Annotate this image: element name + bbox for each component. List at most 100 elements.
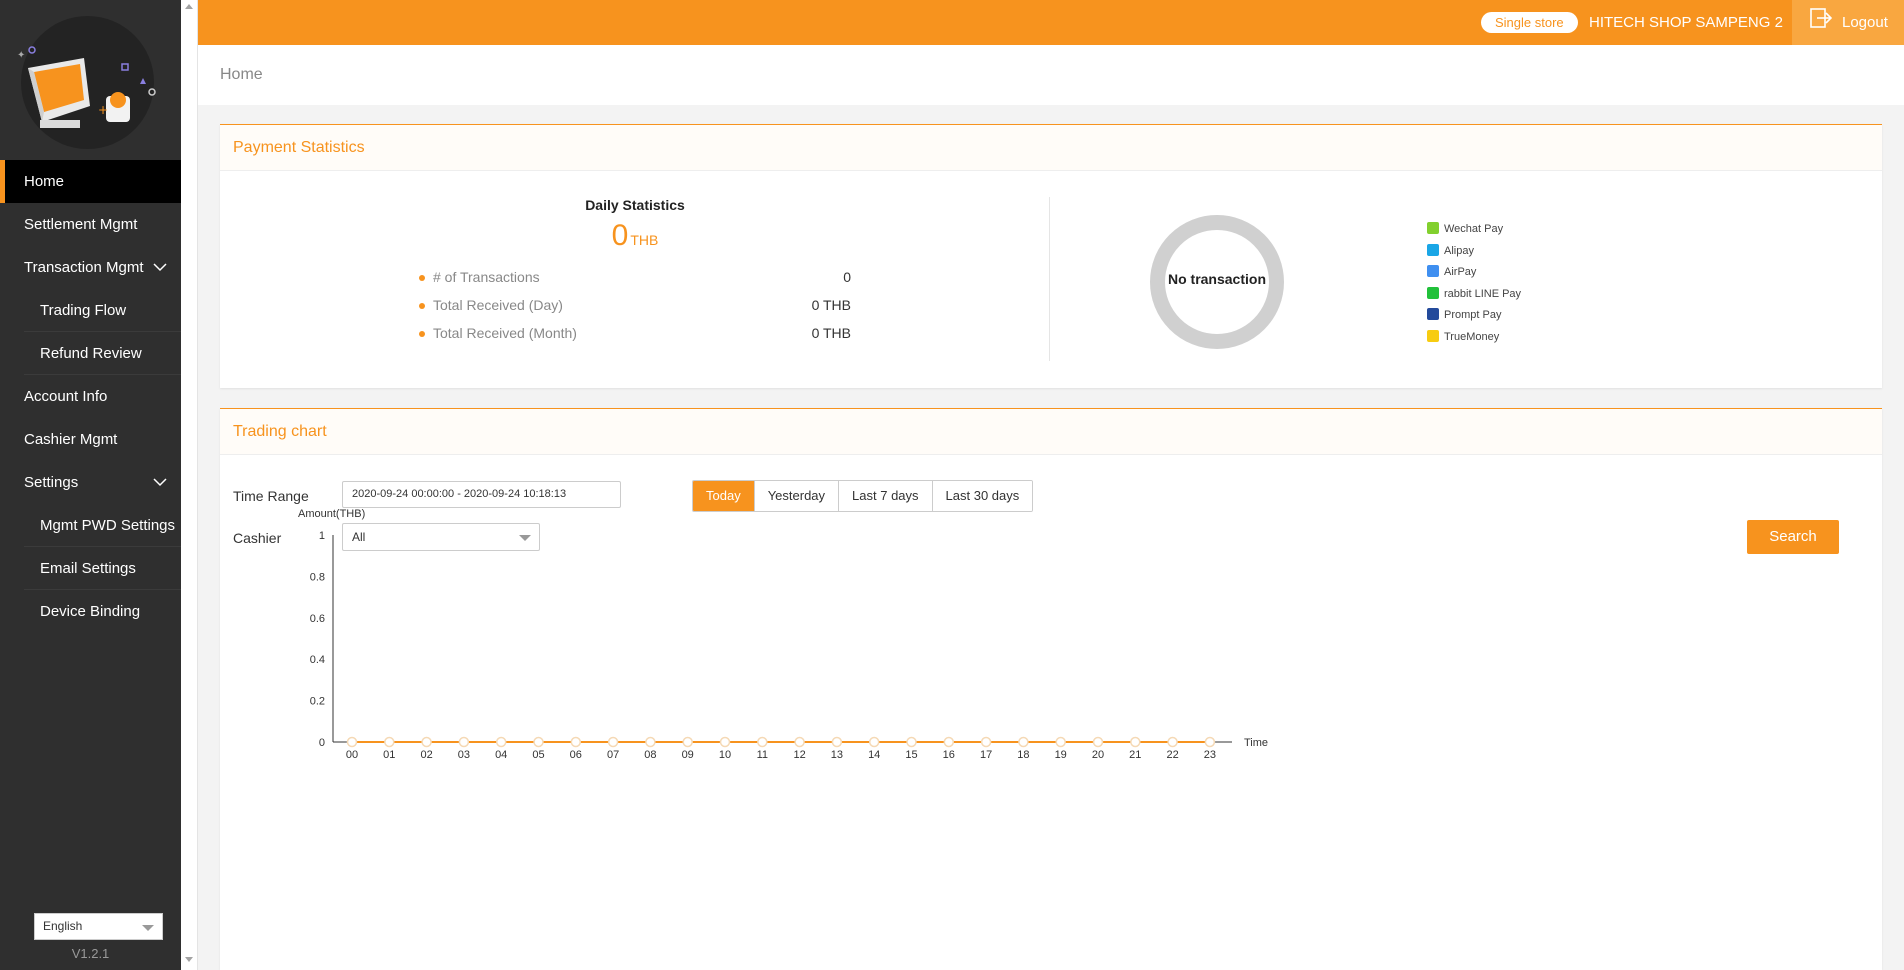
y-tick-label: 1 xyxy=(319,530,325,542)
x-tick-label: 19 xyxy=(1055,749,1067,761)
data-point xyxy=(458,736,470,748)
daily-statistics-title: Daily Statistics xyxy=(585,197,685,213)
data-point xyxy=(1204,736,1216,748)
sidebar-item-settlement-mgmt[interactable]: Settlement Mgmt xyxy=(0,203,181,246)
x-tick-label: 06 xyxy=(570,749,582,761)
data-point xyxy=(682,736,693,748)
sidebar-item-transaction-mgmt[interactable]: Transaction Mgmt xyxy=(0,246,181,289)
legend-label: Wechat Pay xyxy=(1444,223,1504,235)
x-tick-label: 08 xyxy=(644,749,656,761)
data-point xyxy=(384,736,395,748)
legend-item[interactable]: AirPay xyxy=(1427,262,1521,284)
data-point xyxy=(906,736,917,748)
legend-label: AirPay xyxy=(1444,266,1477,279)
scroll-up-icon[interactable] xyxy=(185,4,193,9)
data-point xyxy=(794,736,805,748)
sidebar-item-email-settings[interactable]: Email Settings xyxy=(24,547,181,590)
x-tick-label: 16 xyxy=(943,749,955,761)
sidebar-item-device-binding[interactable]: Device Binding xyxy=(24,590,181,633)
language-value: English xyxy=(43,919,83,933)
data-point xyxy=(980,736,992,748)
y-axis-label: Amount(THB) xyxy=(298,508,365,520)
logout-button[interactable]: Logout xyxy=(1792,0,1904,45)
breadcrumb-bar: Home xyxy=(198,45,1904,105)
stat-row-transactions: # of Transactions 0 xyxy=(419,267,851,287)
x-tick-label: 12 xyxy=(793,749,805,761)
x-tick-label: 04 xyxy=(495,749,507,761)
sidebar-item-label: Refund Review xyxy=(40,345,142,362)
divider xyxy=(1049,197,1050,361)
x-tick-label: 13 xyxy=(831,749,843,761)
legend-swatch xyxy=(1427,330,1439,343)
sidebar-item-label: Settlement Mgmt xyxy=(24,216,138,233)
sidebar-item-label: Cashier Mgmt xyxy=(24,431,118,448)
logout-label: Logout xyxy=(1842,14,1888,31)
scroll-down-icon[interactable] xyxy=(185,957,193,962)
sidebar-item-trading-flow[interactable]: Trading Flow xyxy=(24,289,181,332)
language-select[interactable]: English xyxy=(34,913,163,940)
legend-label: Prompt Pay xyxy=(1444,309,1502,322)
data-point xyxy=(495,736,507,748)
bullet-icon xyxy=(419,331,425,337)
sidebar-item-home[interactable]: Home xyxy=(0,160,181,203)
panel-title: Payment Statistics xyxy=(220,125,1882,171)
sidebar-item-cashier-mgmt[interactable]: Cashier Mgmt xyxy=(0,418,181,461)
store-mode-badge: Single store xyxy=(1481,12,1578,33)
payment-statistics-panel: Payment Statistics Daily Statistics 0 THB… xyxy=(220,124,1882,388)
sidebar-item-label: Transaction Mgmt xyxy=(24,259,144,276)
stat-value: 0 THB xyxy=(811,297,851,313)
x-tick-label: 18 xyxy=(1017,749,1029,761)
trading-chart-panel: Trading chart Time Range 2020-09-24 00:0… xyxy=(220,408,1882,970)
version-label: V1.2.1 xyxy=(71,946,110,961)
logout-icon xyxy=(1810,1,1833,46)
legend-swatch xyxy=(1427,222,1439,235)
sidebar-item-label: Mgmt PWD Settings xyxy=(40,517,176,534)
sidebar-item-label: Settings xyxy=(24,474,79,491)
data-point xyxy=(831,736,843,748)
legend-label: TrueMoney xyxy=(1444,330,1500,343)
bullet-icon xyxy=(419,275,425,281)
sidebar-item-account-info[interactable]: Account Info xyxy=(0,375,181,418)
x-tick-label: 22 xyxy=(1166,749,1178,761)
sidebar-item-label: Account Info xyxy=(24,388,108,405)
data-point xyxy=(421,736,432,748)
sidebar-item-label: Trading Flow xyxy=(40,302,127,319)
legend-item[interactable]: Alipay xyxy=(1427,241,1521,263)
data-point xyxy=(570,736,582,748)
x-tick-label: 11 xyxy=(757,749,768,761)
legend-item[interactable]: Wechat Pay xyxy=(1427,219,1521,241)
data-point xyxy=(533,736,544,748)
y-tick-label: 0.6 xyxy=(310,613,325,625)
x-tick-label: 23 xyxy=(1204,749,1216,761)
store-name: HITECH SHOP SAMPENG 2 xyxy=(1589,14,1783,31)
x-tick-label: 14 xyxy=(868,749,880,761)
legend-swatch xyxy=(1427,243,1439,256)
stat-value: 0 xyxy=(843,269,851,285)
data-point xyxy=(868,736,880,748)
y-tick-label: 0.8 xyxy=(310,571,325,583)
scrollbar[interactable] xyxy=(181,0,198,970)
stat-label: Total Received (Month) xyxy=(433,325,577,341)
data-point xyxy=(607,736,619,748)
x-tick-label: 17 xyxy=(980,749,992,761)
x-tick-label: 02 xyxy=(420,749,432,761)
data-point xyxy=(757,736,768,748)
sidebar-item-settings[interactable]: Settings xyxy=(0,461,181,504)
pos-terminal-icon: ✦ + xyxy=(17,46,156,128)
sidebar-item-mgmt-pwd-settings[interactable]: Mgmt PWD Settings xyxy=(24,504,181,547)
stat-label: Total Received (Day) xyxy=(433,297,563,313)
stat-label: # of Transactions xyxy=(433,269,540,285)
data-point xyxy=(1055,736,1066,748)
legend-label: Alipay xyxy=(1444,244,1474,257)
sidebar: ✦ + Home Settlement Mgmt Transaction Mgm… xyxy=(0,0,181,970)
sidebar-item-label: Device Binding xyxy=(40,603,141,620)
sidebar-item-refund-review[interactable]: Refund Review xyxy=(24,332,181,375)
legend-item[interactable]: TrueMoney xyxy=(1427,327,1521,349)
legend-item[interactable]: rabbit LINE Pay xyxy=(1427,284,1521,306)
x-tick-label: 21 xyxy=(1129,749,1141,761)
legend-swatch xyxy=(1427,308,1439,321)
x-tick-label: 00 xyxy=(346,749,358,761)
legend-swatch xyxy=(1427,265,1439,278)
legend-item[interactable]: Prompt Pay xyxy=(1427,305,1521,327)
x-tick-label: 05 xyxy=(532,749,544,761)
